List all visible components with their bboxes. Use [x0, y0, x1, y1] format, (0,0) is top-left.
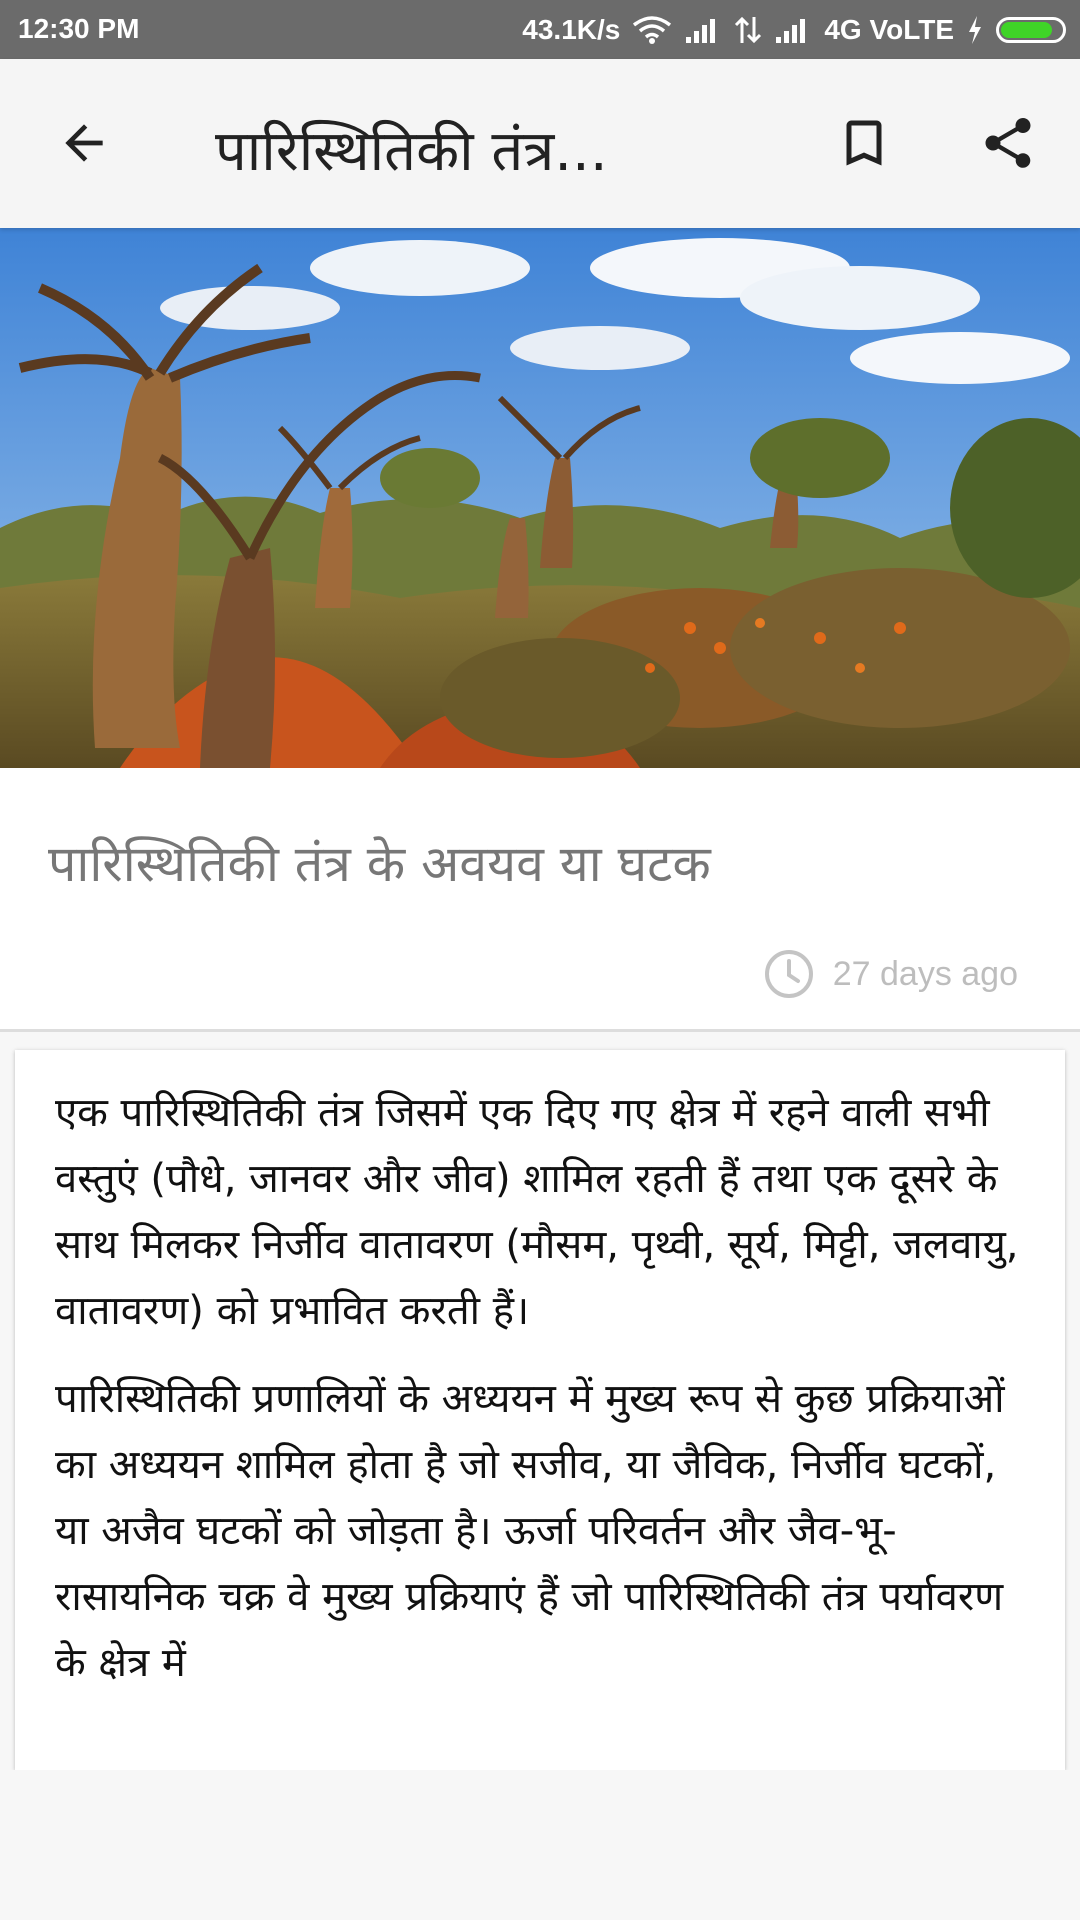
article-body-card: एक पारिस्थितिकी तंत्र जिसमें एक दिए गए क… — [15, 1050, 1065, 1770]
signal-icon — [686, 19, 716, 43]
article-paragraph: एक पारिस्थितिकी तंत्र जिसमें एक दिए गए क… — [55, 1090, 1019, 1334]
article-header: पारिस्थितिकी तंत्र के अवयव या घटक 27 day… — [0, 768, 1080, 1032]
article-hero-image — [0, 228, 1080, 768]
battery-level — [1001, 22, 1052, 38]
share-icon — [985, 118, 1031, 168]
article-time-ago: 27 days ago — [832, 954, 1018, 993]
status-time: 12:30 PM — [18, 13, 140, 44]
network-type: 4G VoLTE — [824, 14, 954, 45]
article-paragraph: पारिस्थितिकी प्रणालियों के अध्ययन में मु… — [55, 1376, 1005, 1686]
article-title: पारिस्थितिकी तंत्र के अवयव या घटक — [48, 835, 711, 893]
bottom-empty-area — [0, 1770, 1080, 1920]
clock-icon — [764, 950, 813, 998]
network-speed: 43.1K/s — [522, 14, 621, 45]
status-icons: 43.1K/s 4G VoLTE — [522, 10, 1066, 50]
article-meta: 27 days ago — [763, 948, 1018, 1000]
data-arrows-icon — [735, 16, 762, 44]
charging-icon — [969, 16, 981, 44]
signal-icon-2 — [776, 19, 806, 43]
status-bar: 12:30 PM 43.1K/s 4G VoLTE — [0, 0, 1080, 59]
share-button[interactable] — [960, 95, 1056, 191]
baobab-landscape-image — [0, 228, 1080, 768]
arrow-back-icon — [65, 124, 103, 162]
back-button[interactable] — [36, 95, 132, 191]
wifi-icon — [633, 16, 672, 44]
app-bar-title: पारिस्थितिकी तंत्र... — [215, 119, 608, 184]
battery-icon — [996, 17, 1066, 43]
bookmark-button[interactable] — [816, 95, 912, 191]
bookmark-icon — [846, 120, 882, 166]
app-bar: पारिस्थितिकी तंत्र... — [0, 59, 1080, 228]
